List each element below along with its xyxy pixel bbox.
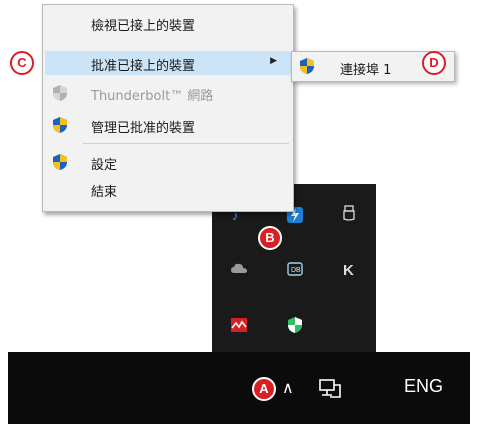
security-shield-tray-icon[interactable] [286, 316, 304, 334]
menu-item-view-connected-devices[interactable]: 檢視已接上的裝置 [43, 11, 293, 35]
marker-d: D [422, 51, 446, 75]
menu-item-thunderbolt-network: Thunderbolt™ 網路 [43, 81, 293, 105]
menu-item-exit[interactable]: 結束 [43, 177, 293, 201]
gray-shield-icon [53, 85, 67, 101]
menu-item-approve-connected-devices[interactable]: 批准已接上的裝置 ▶ [45, 51, 291, 75]
menu-separator [83, 143, 289, 144]
uac-shield-icon [53, 117, 67, 133]
marker-b: B [258, 226, 282, 250]
red-app-tray-icon[interactable] [230, 316, 248, 334]
svg-text:K: K [343, 262, 354, 278]
svg-text:DB: DB [291, 267, 301, 274]
menu-item-settings[interactable]: 設定 [43, 150, 293, 174]
uac-shield-icon [300, 58, 314, 74]
usb-drive-tray-icon[interactable] [340, 204, 358, 222]
submenu-item-port-1[interactable]: 連接埠 1 [340, 59, 391, 78]
chevron-up-icon[interactable]: ∧ [282, 378, 294, 397]
uac-shield-icon [53, 154, 67, 170]
taskbar [8, 352, 470, 424]
k-app-tray-icon[interactable]: K [340, 260, 358, 278]
thunderbolt-context-menu: 檢視已接上的裝置 批准已接上的裝置 ▶ Thunderbolt™ 網路 管理已批… [42, 4, 294, 212]
menu-item-manage-approved-devices[interactable]: 管理已批准的裝置 [43, 113, 293, 137]
cloud-tray-icon[interactable] [230, 260, 248, 278]
memory-tray-icon[interactable]: DB [286, 260, 304, 278]
network-icon[interactable] [318, 378, 344, 400]
submenu-arrow-icon: ▶ [270, 56, 277, 66]
marker-a: A [252, 377, 276, 401]
language-indicator[interactable]: ENG [404, 376, 443, 397]
marker-c: C [10, 51, 34, 75]
